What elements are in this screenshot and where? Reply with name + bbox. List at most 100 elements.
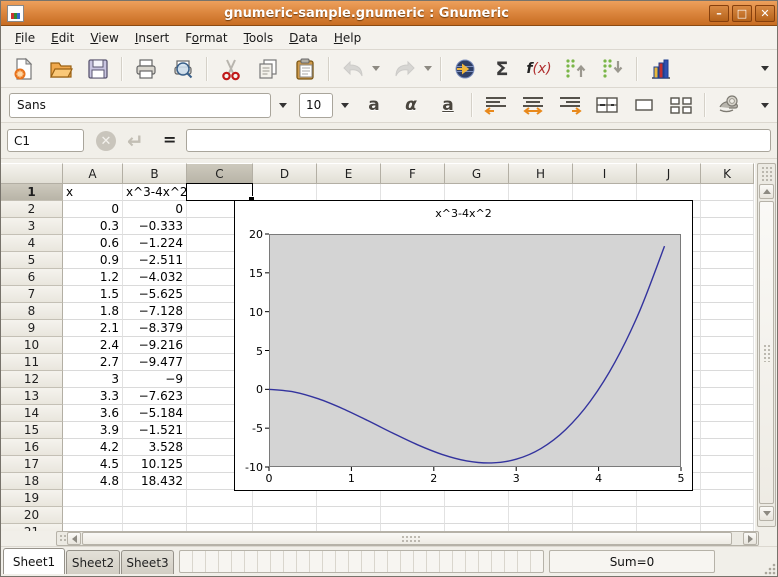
cell-K20[interactable] xyxy=(701,507,754,524)
cell-F21[interactable] xyxy=(381,524,445,531)
open-file-button[interactable] xyxy=(46,55,76,83)
cell-I21[interactable] xyxy=(573,524,637,531)
cell-K10[interactable] xyxy=(701,337,754,354)
cell-F19[interactable] xyxy=(381,490,445,507)
cell-K1[interactable] xyxy=(701,184,754,201)
cell-K8[interactable] xyxy=(701,303,754,320)
column-header-H[interactable]: H xyxy=(509,163,573,184)
row-header-5[interactable]: 5 xyxy=(1,252,63,269)
cell-B20[interactable] xyxy=(123,507,187,524)
row-header-6[interactable]: 6 xyxy=(1,269,63,286)
cell-A8[interactable]: 1.8 xyxy=(63,303,123,320)
column-header-G[interactable]: G xyxy=(445,163,509,184)
row-header-16[interactable]: 16 xyxy=(1,439,63,456)
save-button[interactable] xyxy=(83,55,113,83)
cell-B11[interactable]: −9.477 xyxy=(123,354,187,371)
toolbar-overflow-arrow[interactable] xyxy=(761,66,769,71)
menu-file[interactable]: File xyxy=(7,28,43,48)
select-all-corner[interactable] xyxy=(1,163,63,184)
cell-J21[interactable] xyxy=(637,524,701,531)
cell-K7[interactable] xyxy=(701,286,754,303)
copy-button[interactable] xyxy=(253,55,283,83)
cell-B10[interactable]: −9.216 xyxy=(123,337,187,354)
vertical-pane-grip[interactable] xyxy=(761,166,772,182)
cell-B12[interactable]: −9 xyxy=(123,371,187,388)
cell-H1[interactable] xyxy=(509,184,573,201)
scroll-left-button[interactable] xyxy=(67,532,81,545)
cell-J1[interactable] xyxy=(637,184,701,201)
undo-button[interactable] xyxy=(338,55,368,83)
row-header-8[interactable]: 8 xyxy=(1,303,63,320)
row-header-9[interactable]: 9 xyxy=(1,320,63,337)
cell-J19[interactable] xyxy=(637,490,701,507)
cell-H19[interactable] xyxy=(509,490,573,507)
autosum-button[interactable]: Σ xyxy=(487,55,517,83)
bold-button[interactable]: a xyxy=(359,91,389,119)
cell-K15[interactable] xyxy=(701,422,754,439)
row-header-3[interactable]: 3 xyxy=(1,218,63,235)
cell-B1[interactable]: x^3-4x^2 xyxy=(123,184,187,201)
column-header-F[interactable]: F xyxy=(381,163,445,184)
cell-H20[interactable] xyxy=(509,507,573,524)
cell-B6[interactable]: −4.032 xyxy=(123,269,187,286)
cell-F20[interactable] xyxy=(381,507,445,524)
redo-dropdown-arrow[interactable] xyxy=(424,66,432,71)
cell-D21[interactable] xyxy=(253,524,317,531)
paste-button[interactable] xyxy=(290,55,320,83)
align-left-button[interactable] xyxy=(481,91,511,119)
title-bar[interactable]: gnumeric-sample.gnumeric : Gnumeric – □ … xyxy=(1,1,778,26)
cell-name-box[interactable]: C1 xyxy=(7,129,84,152)
column-header-B[interactable]: B xyxy=(123,163,187,184)
formula-input[interactable] xyxy=(186,129,771,152)
cell-K16[interactable] xyxy=(701,439,754,456)
cell-A15[interactable]: 3.9 xyxy=(63,422,123,439)
column-header-C[interactable]: C xyxy=(187,163,253,184)
cell-A7[interactable]: 1.5 xyxy=(63,286,123,303)
row-header-14[interactable]: 14 xyxy=(1,405,63,422)
cell-K4[interactable] xyxy=(701,235,754,252)
cell-A20[interactable] xyxy=(63,507,123,524)
row-header-7[interactable]: 7 xyxy=(1,286,63,303)
cell-J20[interactable] xyxy=(637,507,701,524)
cell-B15[interactable]: −1.521 xyxy=(123,422,187,439)
align-right-button[interactable] xyxy=(555,91,585,119)
cell-C21[interactable] xyxy=(187,524,253,531)
maximize-button[interactable]: □ xyxy=(732,5,752,22)
insert-hyperlink-button[interactable] xyxy=(450,55,480,83)
merge-cells-button[interactable] xyxy=(592,91,622,119)
cell-K19[interactable] xyxy=(701,490,754,507)
cell-A13[interactable]: 3.3 xyxy=(63,388,123,405)
cell-K14[interactable] xyxy=(701,405,754,422)
cell-F1[interactable] xyxy=(381,184,445,201)
insert-chart-button[interactable] xyxy=(646,55,676,83)
cell-A2[interactable]: 0 xyxy=(63,201,123,218)
cell-B18[interactable]: 18.432 xyxy=(123,473,187,490)
redo-button[interactable] xyxy=(390,55,420,83)
sort-ascending-button[interactable] xyxy=(561,55,591,83)
row-header-11[interactable]: 11 xyxy=(1,354,63,371)
cell-A3[interactable]: 0.3 xyxy=(63,218,123,235)
cell-B3[interactable]: −0.333 xyxy=(123,218,187,235)
cell-A1[interactable]: x xyxy=(63,184,123,201)
cell-K17[interactable] xyxy=(701,456,754,473)
cell-G21[interactable] xyxy=(445,524,509,531)
row-header-10[interactable]: 10 xyxy=(1,337,63,354)
cell-B13[interactable]: −7.623 xyxy=(123,388,187,405)
cell-K13[interactable] xyxy=(701,388,754,405)
row-header-17[interactable]: 17 xyxy=(1,456,63,473)
scroll-right-button[interactable] xyxy=(743,532,757,545)
underline-button[interactable]: a xyxy=(433,91,463,119)
cell-B4[interactable]: −1.224 xyxy=(123,235,187,252)
horizontal-pane-grip[interactable] xyxy=(59,534,66,543)
cell-B19[interactable] xyxy=(123,490,187,507)
cell-E21[interactable] xyxy=(317,524,381,531)
scroll-up-button[interactable] xyxy=(759,184,774,199)
font-name-combo[interactable]: Sans xyxy=(9,93,271,118)
cell-H21[interactable] xyxy=(509,524,573,531)
cell-A9[interactable]: 2.1 xyxy=(63,320,123,337)
cell-K6[interactable] xyxy=(701,269,754,286)
insert-function-button[interactable]: f(x) xyxy=(524,55,554,83)
cell-A16[interactable]: 4.2 xyxy=(63,439,123,456)
split-merged-cells-button[interactable] xyxy=(666,91,696,119)
minimize-button[interactable]: – xyxy=(709,5,729,22)
